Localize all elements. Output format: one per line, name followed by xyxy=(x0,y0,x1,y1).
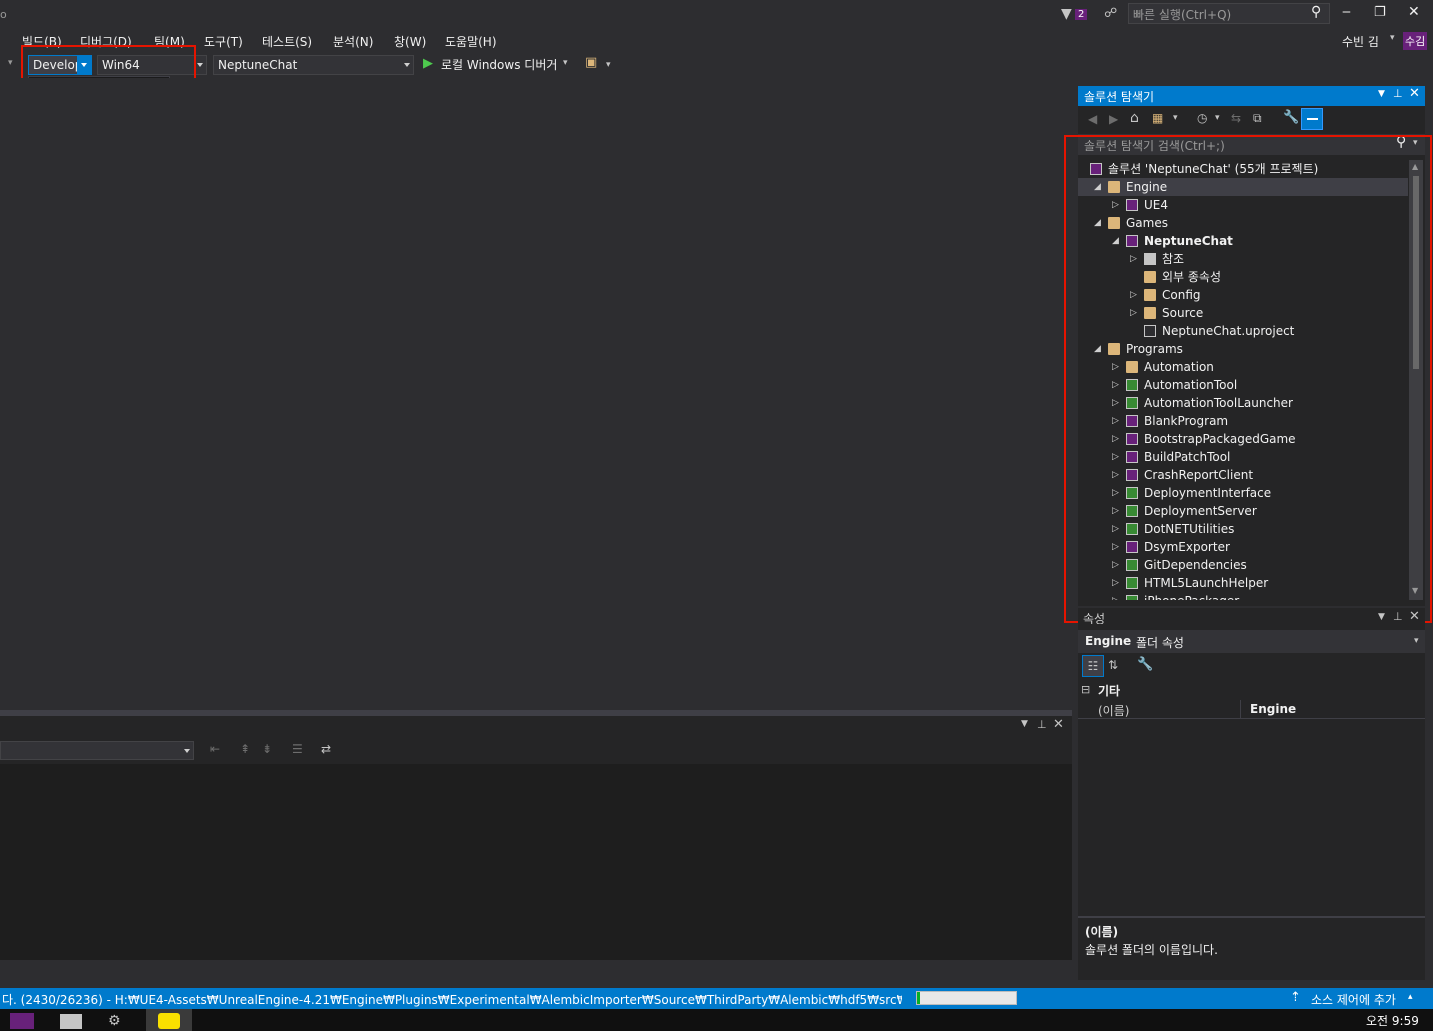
quick-launch-input[interactable]: 빠른 실행(Ctrl+Q) ⚲ xyxy=(1128,3,1330,24)
close-icon[interactable]: ✕ xyxy=(1409,609,1420,624)
chevron-down-icon[interactable]: ▼ xyxy=(1378,89,1385,99)
pin-icon[interactable]: ⊥ xyxy=(1393,610,1403,623)
home-icon[interactable]: ⌂ xyxy=(1130,110,1139,126)
property-divider xyxy=(1240,700,1241,719)
menu-tools[interactable]: 도구(T) xyxy=(204,33,243,50)
chevron-down-icon[interactable]: ▾ xyxy=(1414,636,1419,646)
taskbar: ⚙ 오전 9:59 xyxy=(0,1009,1433,1031)
toolbar-options-icon[interactable]: ▾ xyxy=(606,60,611,70)
steam-icon[interactable]: ⚙ xyxy=(108,1013,121,1029)
collapse-all-icon[interactable]: ⧉ xyxy=(1253,111,1262,126)
forward-icon[interactable]: ▶ xyxy=(1109,112,1118,126)
properties-title: 속성 xyxy=(1083,612,1106,624)
pending-changes-icon[interactable]: ◷ xyxy=(1197,111,1207,125)
feedback-icon[interactable]: ☍ xyxy=(1104,6,1117,21)
search-icon[interactable]: ⚲ xyxy=(1311,4,1321,20)
startup-project-combo[interactable]: NeptuneChat xyxy=(213,55,414,75)
startup-project-value: NeptuneChat xyxy=(218,58,298,72)
close-icon[interactable]: ✕ xyxy=(1408,4,1420,20)
output-panel: ▼ ⊥ ✕ ⇤ ⇞ ⇟ ☰ ⇄ xyxy=(0,716,1072,960)
avatar[interactable]: 수김 xyxy=(1403,32,1428,50)
quick-launch-placeholder: 빠른 실행(Ctrl+Q) xyxy=(1133,8,1232,22)
play-icon[interactable]: ▶ xyxy=(423,56,433,71)
menu-help[interactable]: 도움말(H) xyxy=(445,33,497,50)
toolbar-overflow-icon[interactable]: ▾ xyxy=(8,58,13,68)
next-message-icon[interactable]: ⇟ xyxy=(262,742,272,756)
solution-explorer-title: 솔루션 탐색기 xyxy=(1084,90,1155,104)
selected-object-type: 폴더 속성 xyxy=(1136,636,1184,650)
property-pages-icon[interactable]: 🔧 xyxy=(1137,657,1153,672)
property-name: (이름) xyxy=(1098,704,1130,718)
goto-location-icon[interactable]: ⇤ xyxy=(210,742,220,756)
description-title: (이름) xyxy=(1085,925,1119,939)
preview-selected-items-icon[interactable] xyxy=(1301,108,1323,130)
status-bar: 다. (2430/26236) - H:₩UE4-Assets₩UnrealEn… xyxy=(0,988,1433,1009)
menu-window[interactable]: 창(W) xyxy=(394,33,426,50)
properties-header: 속성 ▼ ⊥ ✕ xyxy=(1078,608,1425,624)
back-icon[interactable]: ◀ xyxy=(1088,112,1097,126)
notification-badge[interactable]: 2 xyxy=(1075,9,1088,20)
taskbar-clock: 오전 9:59 xyxy=(1366,1014,1419,1028)
source-control-button[interactable]: 소스 제어에 추가 xyxy=(1311,991,1396,1008)
word-wrap-icon[interactable]: ⇄ xyxy=(321,742,331,756)
property-value[interactable]: Engine xyxy=(1250,702,1296,716)
pin-icon[interactable]: ⊥ xyxy=(1037,718,1047,731)
menu-analyze[interactable]: 분석(N) xyxy=(333,33,373,50)
pin-icon[interactable]: ⊥ xyxy=(1393,87,1403,100)
standard-toolbar: ▾ Develop Win64 NeptuneChat ▶ 로컬 Windows… xyxy=(0,54,1433,76)
highlight-box-solution-tree xyxy=(1064,135,1432,623)
solution-explorer-header: 솔루션 탐색기 ▼ ⊥ ✕ xyxy=(1078,86,1425,106)
arrow-up-icon[interactable]: ⇡ xyxy=(1290,990,1301,1005)
status-progress-bar xyxy=(916,991,1017,1005)
title-bar: o ▼ 2 ☍ 빠른 실행(Ctrl+Q) ⚲ ‒ ❐ ✕ xyxy=(0,0,1433,30)
chevron-down-icon xyxy=(184,749,190,753)
output-text-area[interactable] xyxy=(0,764,1072,960)
properties-panel: 속성 ▼ ⊥ ✕ Engine 폴더 속성 ▾ ☷ ⇅ 🔧 ⊟ 기타 (이름) … xyxy=(1078,608,1425,980)
chevron-down-icon xyxy=(197,63,203,67)
chevron-down-icon[interactable]: ▾ xyxy=(1390,33,1395,43)
categorized-icon[interactable]: ☷ xyxy=(1082,655,1104,677)
solution-explorer-toolbar: ◀ ▶ ⌂ ▦ ▾ ◷ ▾ ⇆ ⧉ 🔧 xyxy=(1078,108,1425,132)
editor-area xyxy=(0,78,1073,710)
properties-wrench-icon[interactable]: 🔧 xyxy=(1283,110,1299,125)
start-debugger-button[interactable]: 로컬 Windows 디버거 xyxy=(441,56,557,73)
chevron-up-icon[interactable]: ▴ xyxy=(1408,992,1413,1002)
menu-bar: 빌드(B) 디버그(D) 팀(M) 도구(T) 테스트(S) 분석(N) 창(W… xyxy=(0,30,1433,54)
collapse-category-icon[interactable]: ⊟ xyxy=(1081,683,1090,696)
file-explorer-icon[interactable] xyxy=(60,1014,82,1029)
chevron-down-icon[interactable]: ▾ xyxy=(1215,113,1220,123)
output-source-combo[interactable] xyxy=(0,741,194,760)
filter-icon[interactable]: ▼ xyxy=(1061,6,1072,22)
property-row[interactable]: (이름) Engine xyxy=(1078,700,1425,719)
close-icon[interactable]: ✕ xyxy=(1053,717,1064,732)
taskbar-active-app[interactable] xyxy=(146,1009,192,1031)
chevron-down-icon[interactable]: ▾ xyxy=(563,58,568,68)
switch-views-icon[interactable]: ▦ xyxy=(1152,111,1163,125)
visual-studio-icon[interactable] xyxy=(10,1013,34,1029)
alphabetical-icon[interactable]: ⇅ xyxy=(1108,658,1118,672)
chevron-down-icon[interactable]: ▼ xyxy=(1021,719,1028,729)
chevron-down-icon[interactable]: ▼ xyxy=(1378,612,1385,622)
close-icon[interactable]: ✕ xyxy=(1409,86,1420,101)
find-in-files-icon[interactable]: ▣ xyxy=(585,55,597,70)
chevron-down-icon xyxy=(404,63,410,67)
property-category: 기타 xyxy=(1098,684,1121,698)
restore-icon[interactable]: ❐ xyxy=(1374,5,1386,20)
description-text: 솔루션 폴더의 이름입니다. xyxy=(1085,943,1218,957)
selected-object-name: Engine xyxy=(1085,634,1132,648)
previous-message-icon[interactable]: ⇞ xyxy=(240,742,250,756)
properties-object-selector[interactable]: Engine 폴더 속성 ▾ xyxy=(1078,630,1425,653)
user-name[interactable]: 수빈 김 xyxy=(1342,33,1379,50)
status-text: 다. (2430/26236) - H:₩UE4-Assets₩UnrealEn… xyxy=(2,993,902,1007)
kakaotalk-icon xyxy=(158,1013,180,1029)
minimize-icon[interactable]: ‒ xyxy=(1342,4,1351,20)
progress-fill xyxy=(917,992,920,1004)
description-splitter[interactable] xyxy=(1078,916,1425,918)
chevron-down-icon[interactable]: ▾ xyxy=(1173,113,1178,123)
menu-test[interactable]: 테스트(S) xyxy=(262,33,312,50)
clear-all-icon[interactable]: ☰ xyxy=(292,742,303,756)
sync-icon[interactable]: ⇆ xyxy=(1231,111,1241,125)
window-title-fragment: o xyxy=(0,8,7,21)
